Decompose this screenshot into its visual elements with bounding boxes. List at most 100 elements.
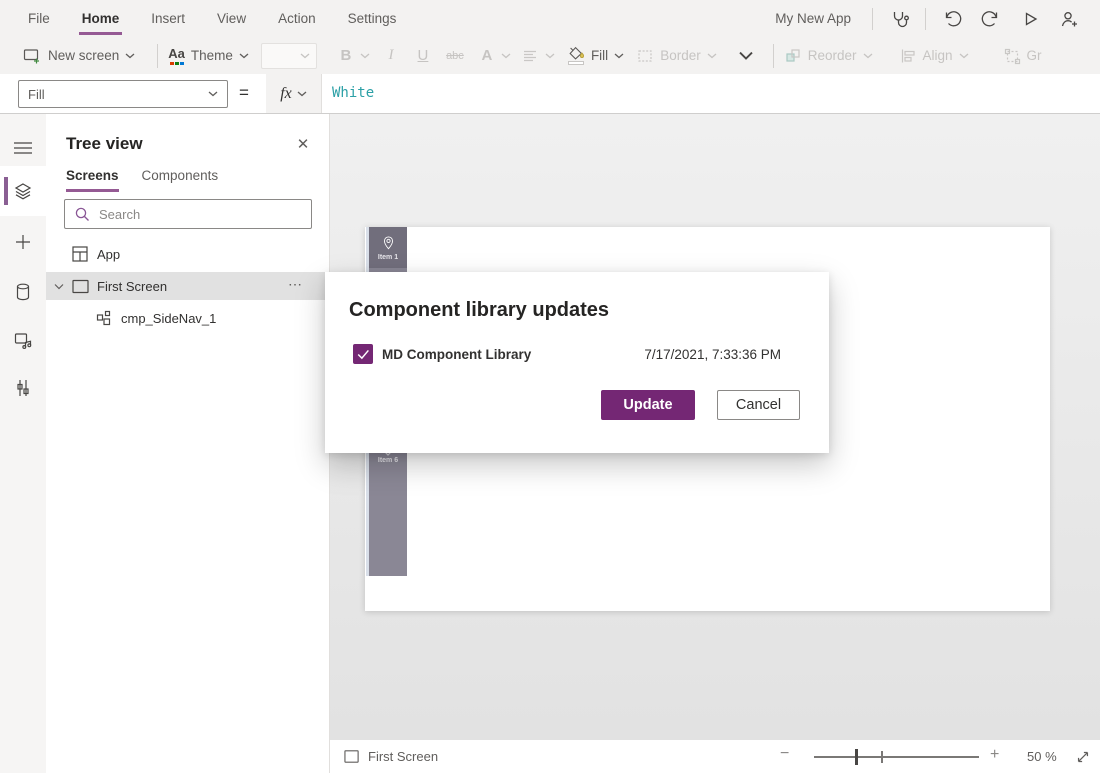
main-menu: File Home Insert View Action Settings: [0, 0, 412, 37]
checkmark-icon: [357, 349, 369, 359]
font-size-dropdown[interactable]: [260, 42, 317, 69]
app-icon: [72, 246, 88, 262]
undo-icon[interactable]: [939, 6, 965, 32]
status-screen-item[interactable]: First Screen: [344, 740, 438, 773]
menu-home[interactable]: Home: [66, 0, 136, 37]
fx-dropdown[interactable]: fx: [266, 74, 322, 113]
formula-input[interactable]: White: [332, 85, 374, 101]
menu-file[interactable]: File: [12, 0, 66, 37]
border-icon: [636, 47, 654, 65]
tree-row-label: First Screen: [97, 278, 168, 294]
app-checker-icon[interactable]: [886, 6, 912, 32]
reorder-button[interactable]: Reorder: [784, 47, 873, 65]
close-panel-icon[interactable]: ✕: [293, 134, 313, 154]
redo-icon[interactable]: [978, 6, 1004, 32]
new-screen-label: New screen: [48, 48, 120, 63]
property-value: Fill: [28, 86, 45, 102]
map-pin-icon: [383, 235, 393, 249]
theme-label: Theme: [190, 48, 233, 63]
dialog-title: Component library updates: [349, 299, 610, 321]
align-button[interactable]: Align: [899, 47, 969, 65]
panel-title: Tree view: [66, 134, 143, 153]
sidenav-item-label: Item 1: [377, 253, 399, 261]
font-color-button[interactable]: A: [476, 47, 511, 64]
share-user-icon[interactable]: [1056, 6, 1082, 32]
zoom-slider-handle[interactable]: [855, 749, 858, 765]
divider: [157, 43, 159, 68]
screen-icon: [72, 279, 89, 294]
left-nav-rail: [0, 114, 46, 773]
component-library-updates-dialog: Component library updates MD Component L…: [325, 272, 829, 453]
library-checkbox[interactable]: [353, 344, 373, 364]
tree-view-icon[interactable]: [0, 171, 46, 211]
play-preview-icon[interactable]: [1017, 6, 1043, 32]
new-screen-button[interactable]: New screen: [22, 46, 135, 66]
top-right-actions: My New App: [775, 6, 1100, 32]
tab-screens[interactable]: Screens: [66, 168, 119, 192]
update-button[interactable]: Update: [601, 390, 695, 420]
chevron-down-icon[interactable]: [54, 283, 64, 290]
text-align-icon: [521, 47, 539, 65]
menu-insert[interactable]: Insert: [135, 0, 201, 37]
data-sources-icon[interactable]: [0, 272, 46, 312]
ribbon-toolbar: New screen Aa Theme B I U abc A Fill Bor…: [0, 37, 1100, 74]
tree-row-label: cmp_SideNav_1: [121, 310, 217, 326]
strikethrough-button[interactable]: abc: [444, 50, 466, 62]
fx-icon: fx: [280, 84, 292, 102]
cancel-button[interactable]: Cancel: [717, 390, 800, 420]
tree-row-first-screen[interactable]: First Screen ⋯: [46, 272, 329, 300]
divider: [925, 7, 926, 30]
reorder-icon: [784, 47, 802, 65]
fill-button[interactable]: Fill: [567, 46, 624, 65]
library-name: MD Component Library: [382, 347, 532, 362]
align-icon: [899, 47, 917, 65]
tree-tabs: Screens Components: [66, 168, 218, 192]
tree-row-component[interactable]: cmp_SideNav_1: [46, 304, 329, 332]
zoom-level-value[interactable]: 50 %: [1027, 749, 1057, 764]
fit-to-window-icon[interactable]: [1074, 748, 1092, 766]
zoom-slider-track[interactable]: [814, 756, 979, 758]
tree-rows: App First Screen ⋯ cmp_SideNav_1: [46, 240, 329, 336]
hamburger-menu-icon[interactable]: [0, 128, 46, 168]
advanced-tools-icon[interactable]: [0, 368, 46, 408]
toolbar-more-chevron-icon[interactable]: [737, 50, 755, 62]
equals-sign: =: [239, 83, 249, 102]
divider: [872, 7, 873, 30]
sidenav-item-1[interactable]: Item 1: [369, 227, 407, 268]
row-more-options-icon[interactable]: ⋯: [288, 276, 303, 293]
tree-row-app[interactable]: App: [46, 240, 329, 268]
zoom-slider-tick: [881, 751, 883, 763]
text-align-button[interactable]: [521, 47, 555, 65]
fill-label: Fill: [590, 48, 609, 63]
search-box: [64, 199, 312, 229]
group-label: Gr: [1026, 48, 1042, 63]
zoom-in-button[interactable]: +: [990, 746, 999, 764]
menu-settings[interactable]: Settings: [332, 0, 413, 37]
insert-plus-icon[interactable]: [0, 222, 46, 262]
menu-action[interactable]: Action: [262, 0, 332, 37]
bold-button[interactable]: B: [335, 47, 370, 64]
fill-bucket-icon: [567, 46, 585, 65]
underline-button[interactable]: U: [412, 47, 434, 64]
app-title: My New App: [775, 11, 851, 26]
component-icon: [96, 310, 112, 326]
border-label: Border: [660, 48, 701, 63]
menu-view[interactable]: View: [201, 0, 262, 37]
search-input[interactable]: [99, 206, 302, 222]
border-button[interactable]: Border: [636, 47, 717, 65]
screen-checkbox-icon: [344, 750, 359, 763]
group-button[interactable]: Gr: [1003, 47, 1042, 65]
media-icon[interactable]: [0, 320, 46, 360]
divider: [772, 43, 774, 68]
italic-button[interactable]: I: [380, 47, 402, 64]
reorder-label: Reorder: [807, 48, 857, 63]
theme-button[interactable]: Aa Theme: [168, 46, 249, 65]
formula-bar: Fill = fx White: [0, 74, 1100, 114]
theme-icon: Aa: [168, 46, 185, 65]
zoom-out-button[interactable]: −: [780, 745, 789, 763]
status-bar: First Screen − + 50 %: [330, 740, 1100, 773]
align-label: Align: [922, 48, 953, 63]
sidenav-item-label: Item 6: [377, 457, 399, 464]
property-dropdown[interactable]: Fill: [18, 80, 228, 108]
tab-components[interactable]: Components: [142, 168, 219, 192]
